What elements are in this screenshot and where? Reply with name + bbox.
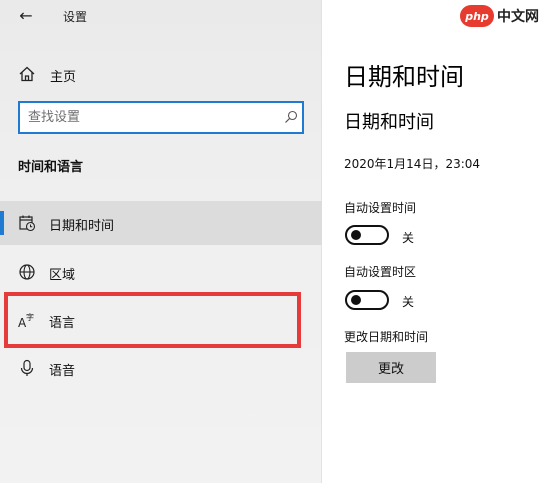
auto-time-toggle[interactable] (345, 225, 389, 245)
watermark-text: 中文网 (497, 9, 539, 25)
app-title: 设置 (63, 10, 88, 24)
home-icon (19, 66, 35, 82)
section-title: 日期和时间 (344, 112, 434, 133)
change-datetime-label: 更改日期和时间 (344, 330, 429, 344)
settings-window: ← 设置 主页 时间和语言 (0, 0, 544, 483)
sidebar-item-home[interactable]: 主页 (0, 58, 322, 90)
back-button[interactable]: ← (12, 4, 40, 28)
toggle-knob (351, 230, 361, 240)
auto-time-label: 自动设置时间 (344, 201, 417, 215)
sidebar-item-label: 主页 (50, 70, 77, 85)
sidebar: ← 设置 主页 时间和语言 (0, 0, 322, 483)
search-box (18, 101, 304, 134)
sidebar-item-language[interactable]: A 字 语言 (0, 298, 322, 342)
watermark-logo: php 中文网 (460, 3, 539, 29)
globe-icon (19, 264, 35, 280)
sidebar-item-region[interactable]: 区域 (0, 250, 322, 294)
auto-time-state: 关 (402, 231, 415, 245)
page-title: 日期和时间 (344, 63, 464, 91)
current-datetime: 2020年1月14日，23:04 (344, 157, 481, 171)
sidebar-item-label: 语言 (49, 316, 76, 331)
calendar-clock-icon (19, 215, 36, 232)
language-icon: A 字 (18, 312, 34, 329)
auto-timezone-label: 自动设置时区 (344, 265, 417, 279)
sidebar-item-date-time[interactable]: 日期和时间 (0, 201, 322, 245)
sidebar-item-label: 区域 (49, 268, 76, 283)
sidebar-item-speech[interactable]: 语音 (0, 346, 322, 390)
watermark-badge: php (460, 5, 494, 27)
search-icon[interactable] (284, 110, 298, 124)
back-arrow-icon: ← (19, 6, 33, 25)
auto-timezone-state: 关 (402, 295, 415, 309)
sidebar-item-label: 语音 (49, 364, 76, 379)
section-heading: 时间和语言 (18, 160, 84, 175)
auto-timezone-toggle[interactable] (345, 290, 389, 310)
sidebar-item-label: 日期和时间 (49, 219, 115, 234)
toggle-knob (351, 295, 361, 305)
title-bar: ← 设置 (0, 0, 322, 34)
microphone-icon (20, 359, 34, 376)
content-pane: 日期和时间 日期和时间 2020年1月14日，23:04 自动设置时间 关 自动… (323, 0, 544, 483)
change-button[interactable]: 更改 (346, 352, 436, 383)
svg-text:字: 字 (26, 312, 34, 322)
search-input[interactable] (28, 108, 268, 127)
